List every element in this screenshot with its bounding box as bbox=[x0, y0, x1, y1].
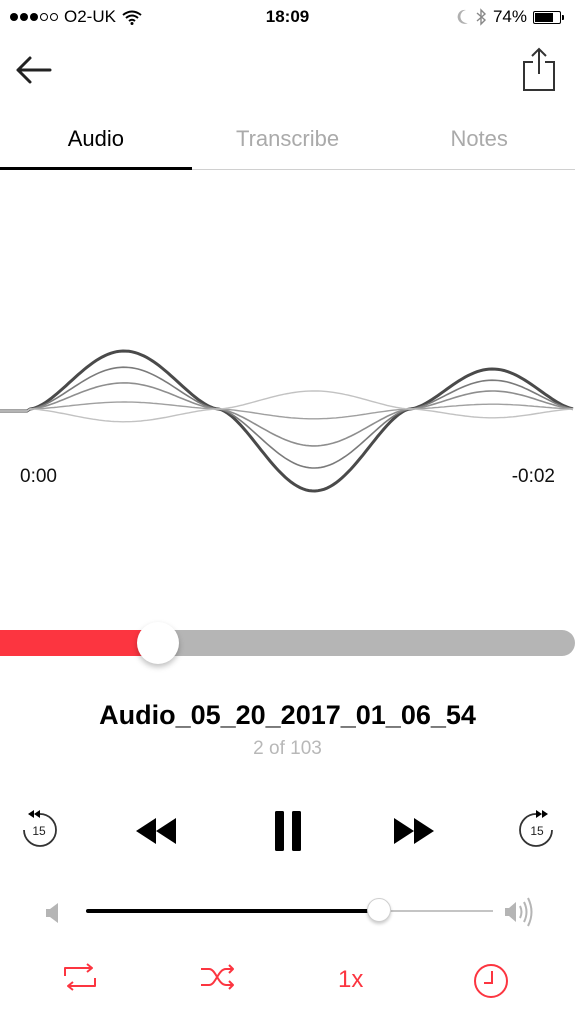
waveform-line-3 bbox=[0, 382, 574, 447]
volume-high-icon bbox=[505, 897, 533, 927]
bluetooth-icon bbox=[476, 8, 486, 26]
fast-forward-button[interactable] bbox=[392, 818, 436, 849]
status-bar: O2-UK 18:09 74% bbox=[0, 0, 575, 36]
repeat-icon bbox=[64, 963, 96, 991]
waveform-line-4 bbox=[0, 401, 574, 420]
svg-text:15: 15 bbox=[32, 824, 46, 838]
shuffle-button[interactable] bbox=[200, 962, 238, 997]
skip-back-15-button[interactable]: 15 bbox=[20, 808, 60, 857]
battery-percent: 74% bbox=[492, 7, 527, 26]
svg-text:15: 15 bbox=[530, 824, 544, 838]
playback-progress-slider[interactable] bbox=[0, 622, 575, 664]
tab-notes[interactable]: Notes bbox=[383, 112, 575, 169]
volume-fill bbox=[86, 909, 380, 913]
shuffle-icon bbox=[201, 964, 234, 990]
tab-bar: Audio Transcribe Notes bbox=[0, 112, 575, 170]
recording-position: 2 of 103 bbox=[253, 738, 322, 759]
volume-low-icon bbox=[46, 903, 58, 923]
sleep-timer-button[interactable] bbox=[473, 963, 509, 1004]
volume-slider[interactable] bbox=[86, 898, 493, 924]
tab-transcribe[interactable]: Transcribe bbox=[192, 112, 384, 169]
back-button[interactable] bbox=[14, 50, 54, 90]
pause-icon bbox=[275, 811, 301, 851]
progress-fill bbox=[0, 630, 159, 656]
tab-audio[interactable]: Audio bbox=[0, 112, 192, 170]
fast-forward-icon bbox=[394, 818, 434, 844]
arrow-left-icon bbox=[16, 56, 52, 84]
waveform-line-1 bbox=[0, 349, 574, 493]
waveform-visualization bbox=[0, 349, 574, 493]
progress-thumb[interactable] bbox=[137, 622, 180, 664]
sleep-timer-icon bbox=[474, 964, 508, 998]
volume-thumb[interactable] bbox=[367, 898, 392, 922]
skip-forward-15-icon: 15 bbox=[519, 810, 553, 847]
repeat-button[interactable] bbox=[62, 962, 98, 997]
pause-button[interactable] bbox=[274, 810, 306, 857]
skip-forward-15-button[interactable]: 15 bbox=[516, 808, 556, 857]
share-icon bbox=[523, 47, 555, 91]
recording-title: Audio_05_20_2017_01_06_54 bbox=[99, 700, 476, 730]
share-button[interactable] bbox=[521, 46, 557, 92]
elapsed-time: 0:00 bbox=[20, 466, 57, 487]
moon-icon bbox=[457, 9, 468, 24]
remaining-time: -0:02 bbox=[511, 466, 555, 487]
playback-speed-button[interactable]: 1x bbox=[338, 966, 363, 994]
rewind-icon bbox=[136, 818, 176, 844]
battery-icon bbox=[533, 10, 564, 24]
rewind-button[interactable] bbox=[134, 818, 178, 849]
skip-back-15-icon: 15 bbox=[23, 810, 57, 847]
